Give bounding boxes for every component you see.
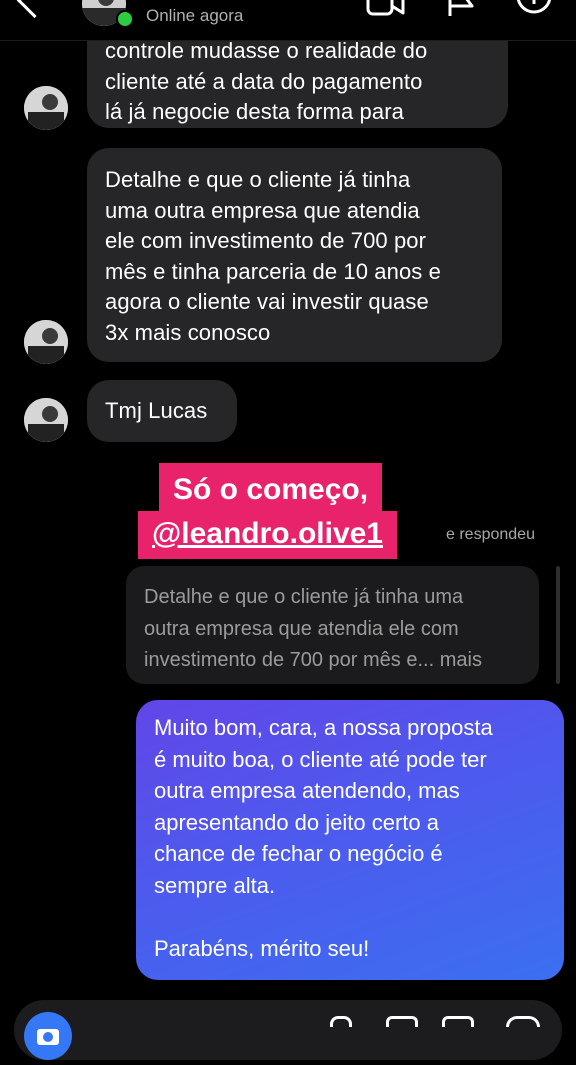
avatar-photo — [24, 86, 68, 130]
mic-icon[interactable] — [330, 1016, 352, 1027]
avatar-photo — [24, 320, 68, 364]
incoming-message[interactable]: Tmj Lucas — [87, 380, 237, 442]
story-sticker-line-1: Só o começo, — [159, 463, 383, 511]
gallery-icon[interactable] — [386, 1016, 418, 1027]
message-text: controle mudasse o realidade do cliente … — [105, 38, 428, 124]
online-status: Online agora — [146, 6, 244, 25]
reply-indicator-bar — [556, 566, 560, 684]
camera-button[interactable] — [24, 1012, 72, 1060]
message-text: Detalhe e que o cliente já tinha uma out… — [105, 167, 441, 345]
quoted-message[interactable]: Detalhe e que o cliente já tinha uma out… — [126, 566, 539, 684]
chat-header: Online agora — [0, 0, 576, 41]
back-icon[interactable] — [16, 0, 53, 19]
info-icon[interactable] — [516, 0, 552, 18]
online-indicator — [116, 10, 134, 28]
replied-label: e respondeu — [446, 526, 535, 543]
incoming-message[interactable]: Detalhe e que o cliente já tinha uma out… — [87, 148, 502, 362]
sender-avatar[interactable] — [24, 86, 68, 130]
sender-avatar[interactable] — [24, 398, 68, 442]
plus-icon[interactable] — [506, 1016, 540, 1027]
story-sticker-mention[interactable]: @leandro.olive1 — [138, 511, 397, 559]
message-text: Tmj Lucas — [105, 398, 208, 423]
video-call-icon[interactable] — [366, 0, 406, 18]
camera-icon — [37, 1029, 59, 1045]
flag-icon[interactable] — [446, 0, 478, 18]
outgoing-message[interactable]: Muito bom, cara, a nossa proposta é muit… — [136, 700, 564, 980]
message-composer[interactable] — [14, 1000, 562, 1060]
avatar-photo — [24, 398, 68, 442]
sticker-icon[interactable] — [442, 1016, 474, 1027]
sender-avatar[interactable] — [24, 320, 68, 364]
